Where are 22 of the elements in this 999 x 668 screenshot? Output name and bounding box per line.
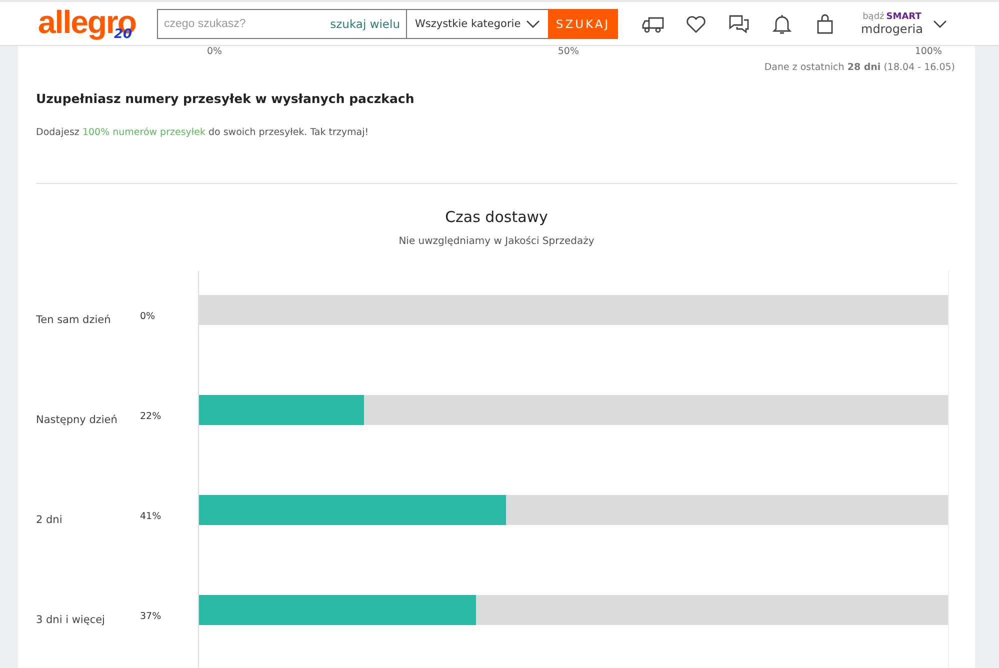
search-field[interactable]: czego szukasz? szukaj wielu Wszystkie kategorie SZUKAJ bbox=[157, 8, 618, 38]
row-label: Następny dzień bbox=[36, 414, 118, 426]
axis-tick-label: 0% bbox=[207, 46, 222, 57]
chart-title: Czas dostawy bbox=[445, 208, 548, 226]
percent-value: 41% bbox=[140, 511, 162, 522]
percent-value: 22% bbox=[140, 411, 162, 422]
axis-tick-label: 50% bbox=[558, 46, 580, 57]
row-label: Ten sam dzień bbox=[36, 314, 112, 326]
chevron-down-icon[interactable] bbox=[932, 18, 947, 28]
tracking-text: Dodajesz 100% numerów przesyłek do swoich przesyłek. Tak trzymaj! bbox=[36, 127, 370, 138]
percent-value: 37% bbox=[140, 611, 162, 622]
axis-tick-label: 100% bbox=[914, 46, 942, 57]
data-range-text: Dane z ostatnich 28 dni (18.04 - 16.05) bbox=[764, 62, 955, 73]
percent-value: 0% bbox=[140, 311, 156, 322]
search-many-link[interactable]: szukaj wielu bbox=[330, 16, 406, 30]
row-label: 3 dni i więcej bbox=[36, 614, 106, 626]
row-label: 2 dni bbox=[36, 514, 64, 526]
chart-subtitle: Nie uwzględniamy w Jakości Sprzedaży bbox=[398, 236, 594, 247]
chevron-down-icon bbox=[526, 18, 540, 28]
section-heading: Uzupełniasz numery przesyłek w wysłanych paczkach bbox=[36, 91, 416, 106]
smart-promo[interactable]: bądź SMART bbox=[862, 12, 922, 22]
user-name[interactable]: mdrogeria bbox=[861, 22, 923, 36]
